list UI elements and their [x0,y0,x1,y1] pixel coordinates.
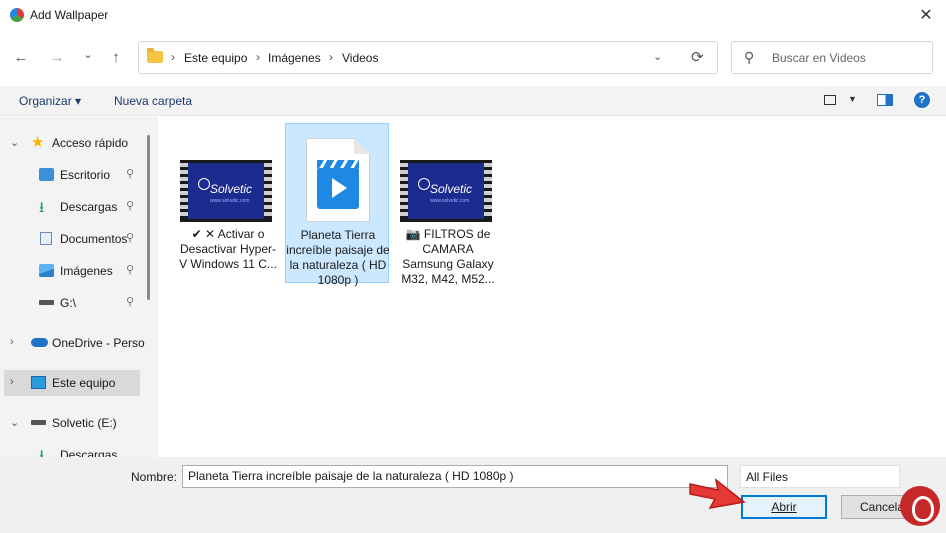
open-button[interactable]: Abrir [741,495,827,519]
pin-icon[interactable]: ⚲ [126,263,134,276]
view-mode-icon[interactable] [824,95,836,105]
pin-icon[interactable]: ⚲ [126,231,134,244]
refresh-icon[interactable]: ⟳ [691,48,704,66]
thumbnail-brand: Solvetic [430,182,473,196]
sidebar-item-descargas-e[interactable]: ⭳ Descargas [0,442,146,457]
back-arrow-icon[interactable]: ← [10,47,32,69]
breadcrumb-videos[interactable]: Videos [342,51,378,65]
breadcrumb-separator: › [256,50,260,64]
sidebar-item-documentos[interactable]: Documentos ⚲ [0,226,146,252]
collapsed-chevron-icon[interactable]: › [10,336,14,348]
thumbnail-url: www.solvetic.com [430,198,470,204]
drive-icon [31,420,46,425]
solvetic-logo-icon [418,178,430,190]
search-input[interactable]: Buscar en Videos [772,51,866,65]
document-icon [40,232,52,245]
navigation-pane: ⌄ ★ Acceso rápido Escritorio ⚲ ⭳ Descarg… [0,117,158,457]
thumbnail-url: www.solvetic.com [210,198,250,204]
file-item-planeta-tierra[interactable]: Planeta Tierra increíble paisaje de la n… [285,123,390,287]
desktop-icon [39,168,54,181]
download-icon: ⭳ [39,199,45,216]
video-thumbnail: Solvetic www.solvetic.com [180,160,272,222]
folder-icon [147,48,163,63]
sidebar-item-label: Imágenes [60,264,113,278]
video-file-icon [306,138,370,222]
breadcrumb-este-equipo[interactable]: Este equipo [184,51,247,65]
sidebar-item-label: Descargas [60,448,118,457]
organize-button[interactable]: Organizar ▾ [19,94,81,108]
expand-chevron-icon[interactable]: ⌄ [10,136,19,149]
sidebar-scrollbar[interactable] [147,135,150,300]
file-item-hyper-v-video[interactable]: Solvetic www.solvetic.com ✔ ✕ Activar o … [176,123,280,283]
pc-icon [31,376,46,389]
filename-input[interactable]: Planeta Tierra increíble paisaje de la n… [182,465,728,488]
sidebar-item-label: Documentos [60,232,128,246]
collapsed-chevron-icon[interactable]: › [10,376,14,388]
sidebar-item-label: Descargas [60,200,118,214]
pin-icon[interactable]: ⚲ [126,295,134,308]
forward-arrow-icon[interactable]: → [46,47,68,69]
view-options-chevron-icon[interactable]: ▼ [848,94,857,104]
sidebar-item-label: Este equipo [52,376,116,390]
solvetic-logo-icon [198,178,210,190]
preview-pane-icon[interactable] [877,94,893,106]
solvetic-watermark-logo [900,486,940,526]
download-icon: ⭳ [39,447,45,457]
sidebar-item-este-equipo[interactable]: › Este equipo [4,370,140,396]
sidebar-item-acceso-rapido[interactable]: ⌄ ★ Acceso rápido [0,130,146,156]
expand-chevron-icon[interactable]: ⌄ [10,416,19,429]
red-arrow-annotation [689,478,746,510]
breadcrumb-separator: › [329,50,333,64]
file-type-select[interactable]: All Files [740,465,900,488]
sidebar-item-label: Escritorio [60,168,111,182]
file-item-filtros-camara[interactable]: Solvetic www.solvetic.com 📷 FILTROS de C… [396,123,500,286]
sidebar-item-descargas[interactable]: ⭳ Descargas ⚲ [0,194,146,220]
cloud-icon [31,338,48,347]
breadcrumb-imagenes[interactable]: Imágenes [268,51,321,65]
up-arrow-icon[interactable]: ↑ [105,47,127,69]
search-box[interactable]: ⚲ Buscar en Videos [731,41,933,74]
address-dropdown-icon[interactable]: ⌄ [653,50,662,63]
sidebar-item-g-drive[interactable]: G:\ ⚲ [0,290,146,316]
help-icon[interactable]: ? [914,92,930,108]
pin-icon[interactable]: ⚲ [126,167,134,180]
recent-locations-chevron-icon[interactable]: ⌄ [77,44,99,66]
address-bar[interactable]: › Este equipo › Imágenes › Videos ⌄ ⟳ [138,41,718,74]
file-name: ✔ ✕ Activar o Desactivar Hyper-V Windows… [179,227,277,271]
breadcrumb-separator: › [171,50,175,64]
sidebar-item-imagenes[interactable]: Imágenes ⚲ [0,258,146,284]
app-icon [10,8,24,22]
file-view: Solvetic www.solvetic.com ✔ ✕ Activar o … [158,117,946,457]
sidebar-item-label: G:\ [60,296,77,310]
file-name: 📷 FILTROS de CAMARA Samsung Galaxy M32, … [401,227,495,286]
search-icon: ⚲ [744,49,755,65]
command-bar: Organizar ▾ Nueva carpeta ▼ ? [0,86,946,116]
play-icon [317,160,359,209]
star-icon: ★ [31,134,45,151]
title-bar: Add Wallpaper ✕ [0,0,946,32]
pin-icon[interactable]: ⚲ [126,199,134,212]
sidebar-item-label: Acceso rápido [52,136,129,150]
dialog-footer: Nombre: Planeta Tierra increíble paisaje… [0,457,946,533]
sidebar-item-label: OneDrive - Perso [52,336,145,350]
drive-icon [39,300,54,305]
sidebar-item-onedrive[interactable]: › OneDrive - Perso [0,330,146,356]
sidebar-item-escritorio[interactable]: Escritorio ⚲ [0,162,146,188]
new-folder-button[interactable]: Nueva carpeta [114,94,192,108]
filename-label: Nombre: [131,470,178,484]
picture-icon [39,264,54,277]
window-title: Add Wallpaper [30,8,109,22]
file-name: Planeta Tierra increíble paisaje de la n… [286,228,390,287]
close-icon[interactable]: ✕ [914,4,938,28]
sidebar-item-solvetic-e[interactable]: ⌄ Solvetic (E:) [0,410,146,436]
thumbnail-brand: Solvetic [210,182,253,196]
video-thumbnail: Solvetic www.solvetic.com [400,160,492,222]
sidebar-item-label: Solvetic (E:) [52,416,117,430]
